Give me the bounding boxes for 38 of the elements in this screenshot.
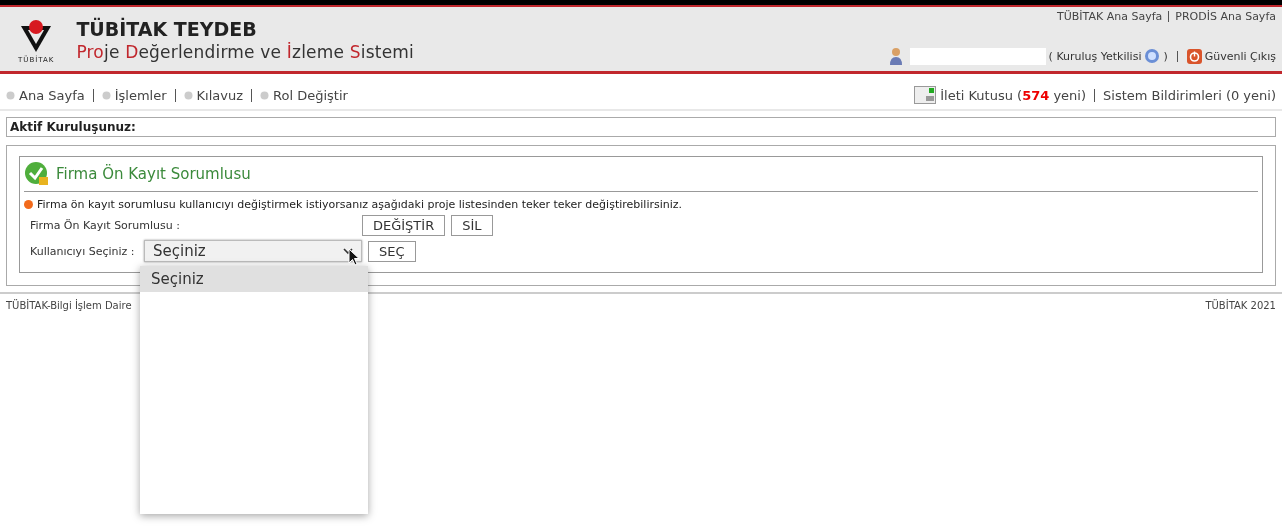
mail-icon: [914, 86, 937, 104]
app-subtitle: Proje Değerlendirme ve İzleme Sistemi: [76, 42, 414, 62]
logout-link[interactable]: Güvenli Çıkış: [1204, 49, 1276, 63]
panel-title: Firma Ön Kayıt Sorumlusu: [56, 165, 251, 183]
action-button[interactable]: SİL: [451, 215, 493, 236]
logo-icon: [19, 18, 54, 54]
select-button[interactable]: SEÇ: [368, 240, 416, 262]
notifications-link[interactable]: Sistem Bildirimleri (0 yeni): [1103, 87, 1276, 103]
top-link[interactable]: PRODİS Ana Sayfa: [1175, 10, 1276, 23]
user-icon: [888, 47, 903, 65]
bullet-icon: [24, 200, 33, 209]
info-text: Firma ön kayıt sorumlusu kullanıcıyı değiştirmek istiyorsanız aşağıdaki proje listesinden teker teker değiştirebilirsiniz.: [37, 198, 683, 211]
nav-link[interactable]: Ana Sayfa: [19, 87, 85, 103]
user-select[interactable]: Seçiniz: [144, 240, 362, 262]
check-lock-icon: [24, 161, 50, 187]
app-title: TÜBİTAK TEYDEB: [76, 18, 258, 40]
dropdown-option[interactable]: Seçiniz: [140, 266, 368, 292]
top-link[interactable]: TÜBİTAK Ana Sayfa: [1057, 10, 1163, 23]
active-org-bar: Aktif Kuruluşunuz:: [6, 117, 1276, 137]
bullet-icon: [183, 90, 193, 100]
nav-link[interactable]: Rol Değiştir: [273, 87, 348, 103]
inbox-link[interactable]: İleti Kutusu (574 yeni): [940, 87, 1087, 103]
field-label: Firma Ön Kayıt Sorumlusu :: [30, 219, 180, 232]
action-button[interactable]: DEĞİŞTİR: [362, 215, 446, 236]
footer-text: TÜBİTAK-Bilgi İşlem Daire: [6, 300, 132, 311]
nav-link[interactable]: Kılavuz: [196, 87, 243, 103]
chevron-icon: [343, 247, 353, 255]
field-label: Kullanıcıyı Seçiniz :: [30, 244, 136, 258]
cursor-icon: [348, 248, 360, 266]
role-label: ( Kuruluş Yetkilisi: [1048, 49, 1142, 63]
footer-copyright: TÜBİTAK 2021: [1205, 300, 1276, 311]
bullet-icon: [101, 90, 111, 100]
bullet-icon: [260, 90, 269, 100]
role-close: ): [1163, 49, 1168, 63]
nav-link[interactable]: İşlemler: [114, 87, 167, 103]
power-icon[interactable]: [1186, 48, 1202, 64]
bullet-icon: [6, 90, 15, 100]
help-icon[interactable]: [1144, 48, 1161, 64]
